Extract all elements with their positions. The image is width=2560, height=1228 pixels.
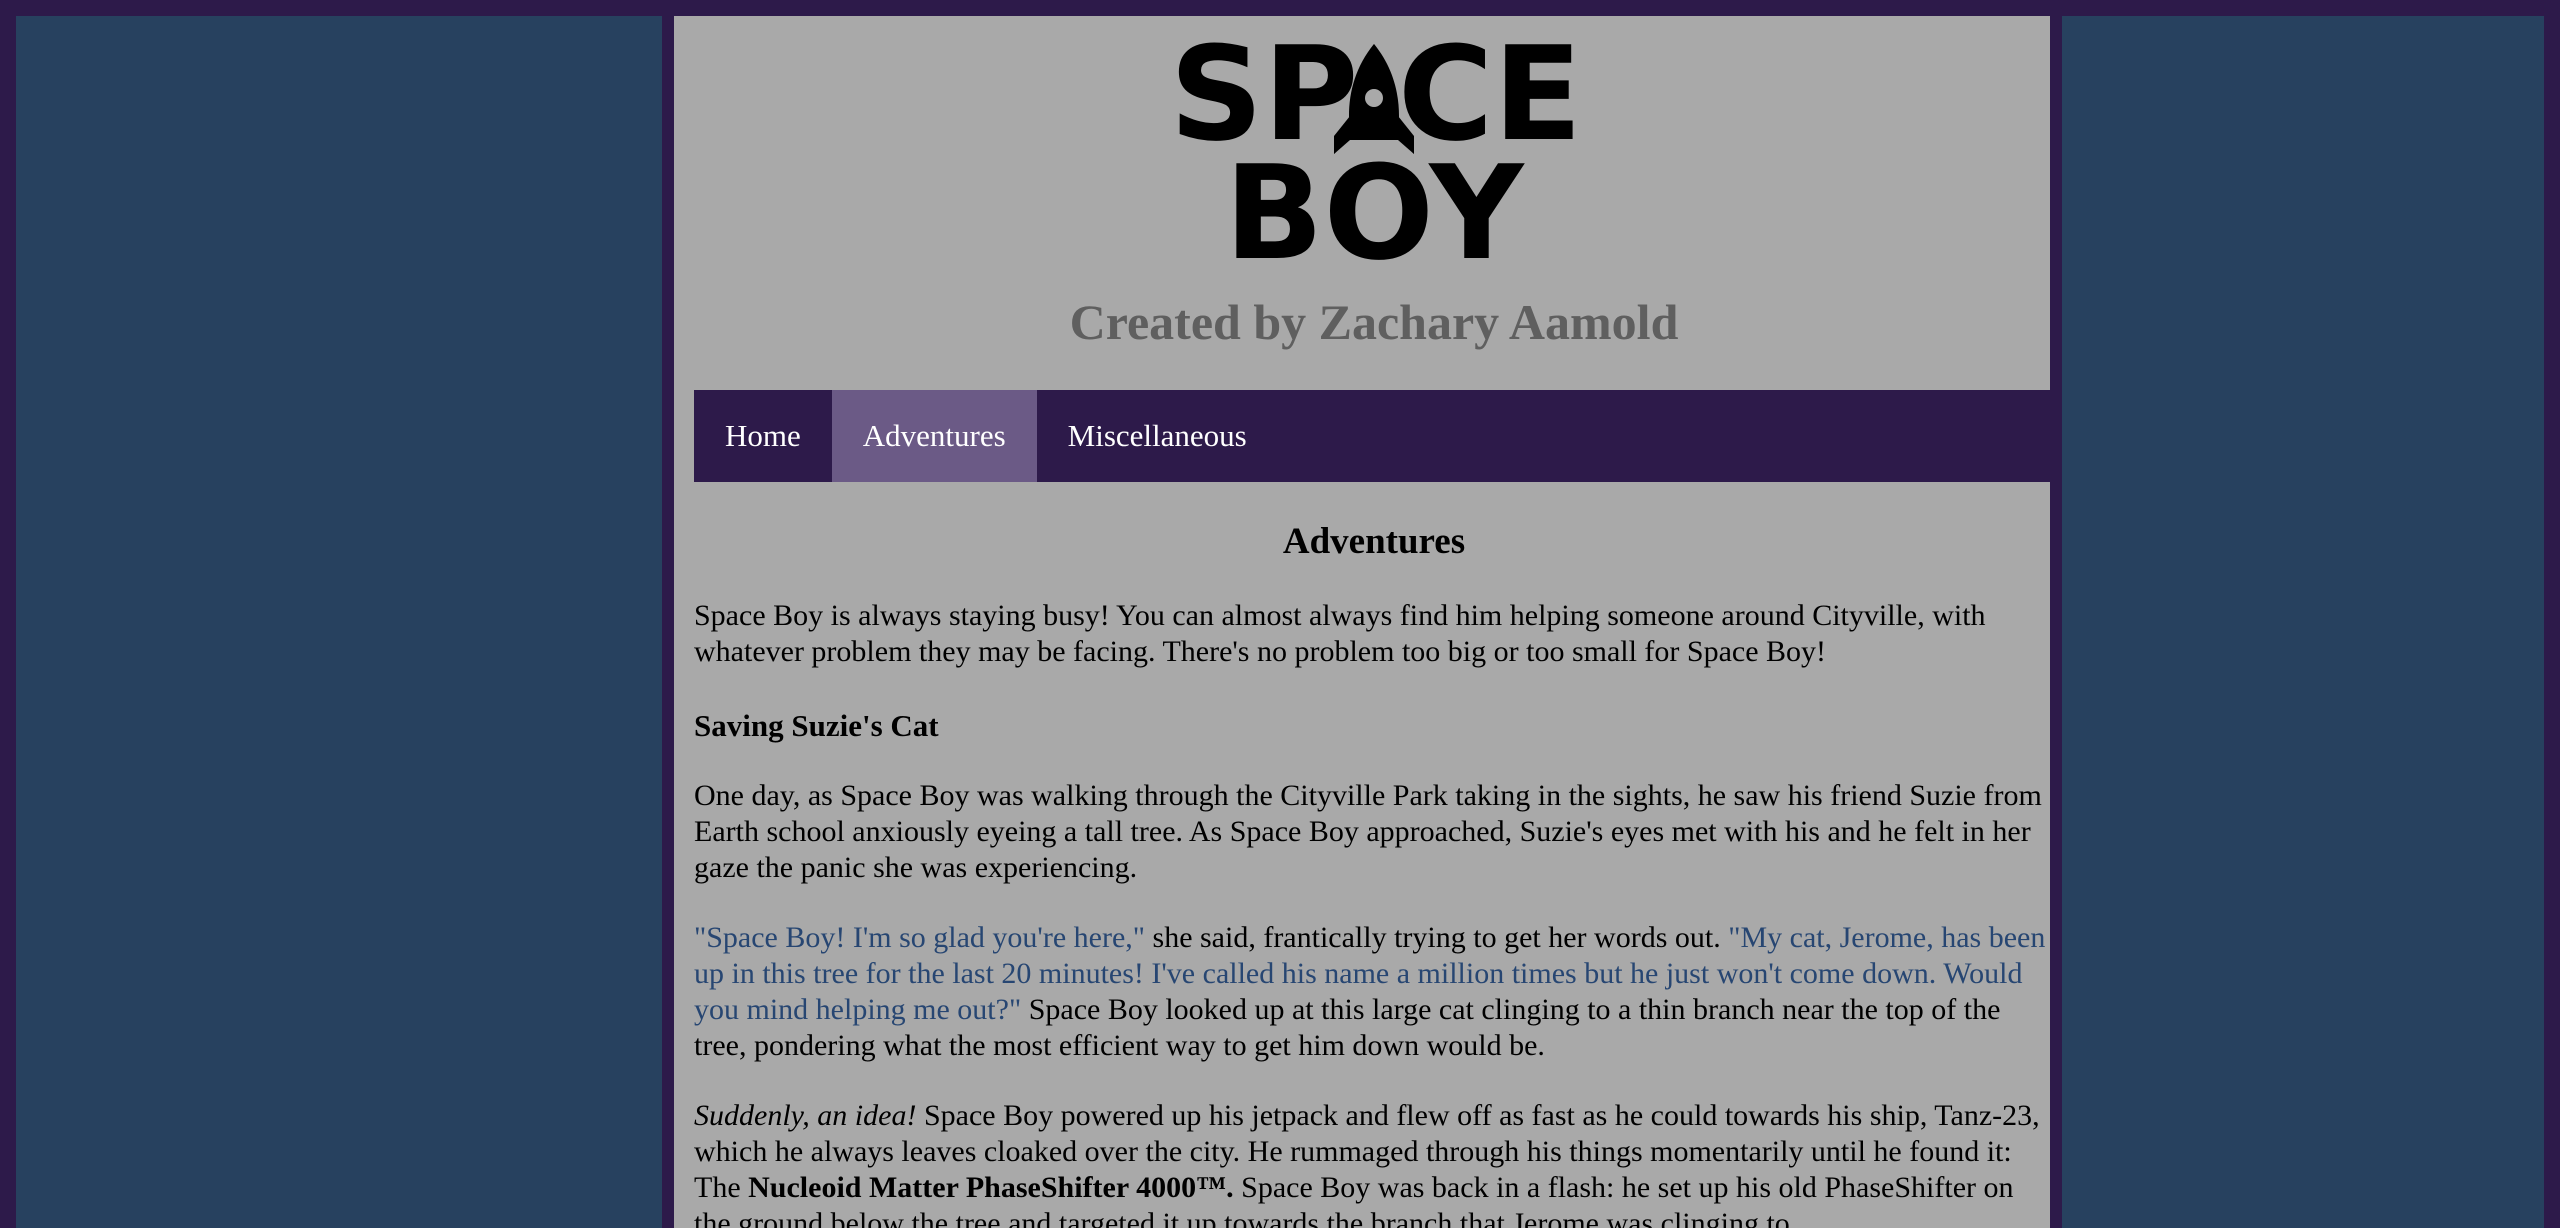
content-column: SP CE BOY Created by Zachary Aamold Home… [662, 16, 2062, 1228]
device-name: Nucleoid Matter PhaseShifter 4000™. [748, 1171, 1234, 1205]
narration-1: she said, frantically trying to get her … [1145, 921, 1729, 955]
story-title: Saving Suzie's Cat [694, 708, 939, 744]
intro-paragraph: Space Boy is always staying busy! You ca… [694, 599, 1986, 669]
quote-suzie-1: "Space Boy! I'm so glad you're here," [694, 921, 1146, 955]
emphasis-idea: Suddenly, an idea! [694, 1099, 917, 1133]
nav-home[interactable]: Home [694, 390, 832, 482]
page-background: SP CE BOY Created by Zachary Aamold Home… [16, 16, 2544, 1228]
story-paragraph-1: One day, as Space Boy was walking throug… [694, 779, 2042, 885]
content-inner: SP CE BOY Created by Zachary Aamold Home… [694, 16, 2050, 1228]
page-title: Adventures [1282, 521, 1466, 562]
nav-adventures[interactable]: Adventures [831, 390, 1037, 482]
story-paragraph-2: "Space Boy! I'm so glad you're here," sh… [694, 920, 2050, 1064]
space-boy-logo: SP CE BOY [1174, 36, 1574, 270]
nav-miscellaneous[interactable]: Miscellaneous [1037, 390, 1278, 482]
credit-heading: Created by Zachary Aamold [1069, 294, 1679, 350]
main-nav: Home Adventures Miscellaneous [694, 390, 2050, 482]
logo-letters-boy: BOY [1224, 137, 1525, 270]
story-paragraph-3: Suddenly, an idea! Space Boy powered up … [694, 1098, 2050, 1228]
